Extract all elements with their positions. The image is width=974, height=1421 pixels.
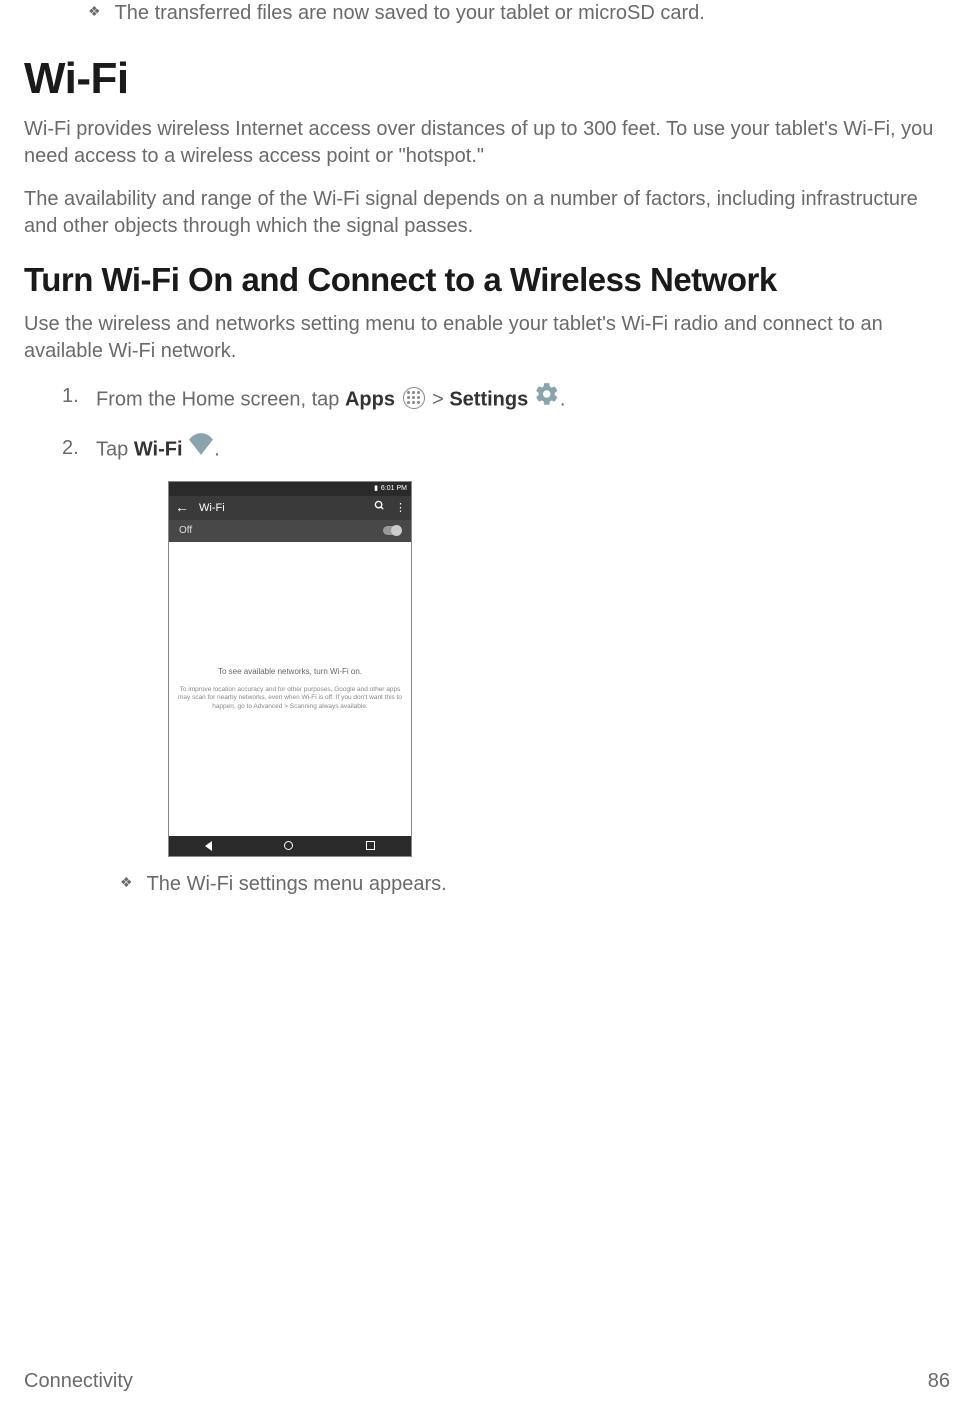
more-vert-icon: ⋮ <box>395 501 405 516</box>
wifi-settings-screenshot: ▮ 6:01 PM ← Wi-Fi ⋮ Off To see available… <box>168 481 412 857</box>
settings-gear-icon <box>534 381 560 415</box>
wifi-icon <box>188 433 214 463</box>
top-bullet-text: The transferred files are now saved to y… <box>115 0 705 27</box>
search-icon <box>374 500 385 516</box>
diamond-bullet-icon: ❖ <box>88 0 101 22</box>
nav-recent-icon <box>366 841 375 850</box>
paragraph-1: Wi-Fi provides wireless Internet access … <box>24 116 950 170</box>
heading-wifi: Wi-Fi <box>24 49 950 108</box>
heading-turn-on: Turn Wi-Fi On and Connect to a Wireless … <box>24 258 950 303</box>
toggle-switch-icon <box>383 526 401 535</box>
step-2: Tap Wi-Fi . ▮ 6:01 PM ← Wi-Fi ⋮ Off <box>68 435 950 898</box>
footer-page-number: 86 <box>928 1368 950 1395</box>
status-battery-icon: ▮ <box>374 484 378 493</box>
step2-bullet: ❖ The Wi-Fi settings menu appears. <box>120 871 950 898</box>
wifi-screen-body: To see available networks, turn Wi-Fi on… <box>169 542 411 836</box>
nav-bar <box>169 836 411 856</box>
app-bar: ← Wi-Fi ⋮ <box>169 496 411 520</box>
status-time: 6:01 PM <box>381 484 407 493</box>
wifi-toggle-row: Off <box>169 520 411 542</box>
back-arrow-icon: ← <box>175 498 189 517</box>
step1-settings: Settings <box>449 388 528 410</box>
apps-icon <box>403 387 425 409</box>
step2-bullet-text: The Wi-Fi settings menu appears. <box>147 871 447 898</box>
step1-pre: From the Home screen, tap <box>96 388 345 410</box>
paragraph-3: Use the wireless and networks setting me… <box>24 311 950 365</box>
footer-section: Connectivity <box>24 1368 133 1395</box>
step1-apps: Apps <box>345 388 395 410</box>
nav-home-icon <box>284 841 293 850</box>
step1-gt: > <box>427 388 450 410</box>
status-bar: ▮ 6:01 PM <box>169 482 411 496</box>
paragraph-2: The availability and range of the Wi-Fi … <box>24 186 950 240</box>
step2-wifi: Wi-Fi <box>134 438 183 460</box>
step2-pre: Tap <box>96 438 134 460</box>
nav-back-icon <box>205 841 212 851</box>
page-footer: Connectivity 86 <box>24 1368 950 1395</box>
appbar-title: Wi-Fi <box>199 501 374 516</box>
diamond-bullet-icon: ❖ <box>120 871 133 893</box>
top-bullet: ❖ The transferred files are now saved to… <box>88 0 950 27</box>
hint-text-2: To improve location accuracy and for oth… <box>177 686 403 711</box>
step-1: From the Home screen, tap Apps > Setting… <box>68 383 950 417</box>
toggle-label: Off <box>179 524 383 538</box>
hint-text-1: To see available networks, turn Wi-Fi on… <box>218 667 362 678</box>
